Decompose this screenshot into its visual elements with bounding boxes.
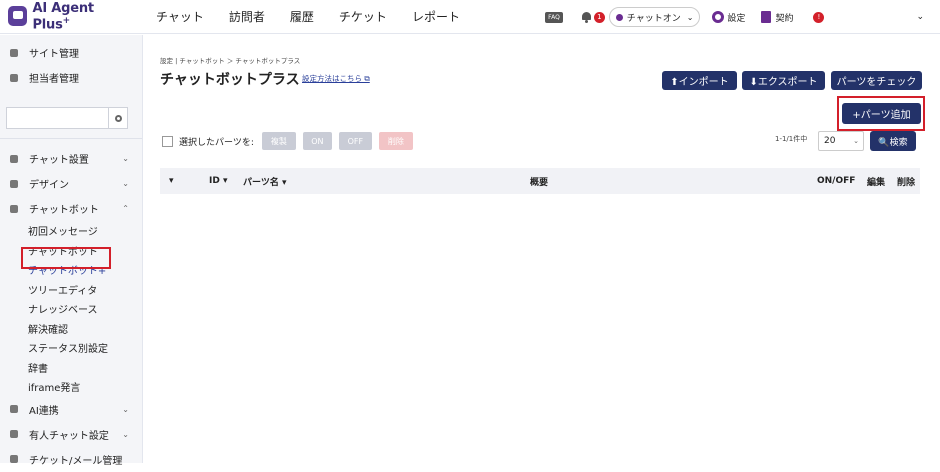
page-title: チャットボットプラス: [160, 72, 300, 88]
chevron-down-icon: ⌄: [122, 404, 129, 414]
sidebar-item-label: AI連携: [29, 405, 59, 417]
sidebar-item-label: 有人チャット設定: [29, 430, 109, 442]
chevron-up-icon: ⌃: [122, 204, 129, 213]
sidebar-subitem-tree-editor[interactable]: ツリーエディタ: [0, 280, 142, 300]
sidebar-search-input[interactable]: [6, 107, 108, 129]
contract-label: 契約: [775, 13, 794, 24]
select-all-checkbox[interactable]: [162, 135, 173, 147]
sidebar-subitem-resolution-check[interactable]: 解決確認: [0, 319, 142, 339]
top-right-tools: FAQ 1 チャットオン ⌄ 設定 契約 ! ⌄: [545, 0, 940, 34]
app-logo[interactable]: AI Agent Plus+: [8, 1, 133, 32]
chevron-down-icon: ⌄: [686, 12, 694, 22]
per-page-value: 20: [824, 136, 836, 146]
headset-icon: [10, 430, 18, 438]
chevron-down-icon: ⌄: [122, 179, 129, 188]
sidebar-item-label: チケット/メール管理: [29, 455, 123, 467]
main-content: 設定 | チャットボット ＞ チャットボットプラス チャットボットプラス 設定方…: [144, 35, 940, 463]
pagination-info: 1-1/1件中: [775, 135, 808, 143]
column-edit: 編集: [867, 177, 886, 188]
sidebar-subitem-status-settings[interactable]: ステータス別設定: [0, 338, 142, 358]
logo-icon: [8, 6, 28, 27]
ticket-icon: [10, 455, 18, 463]
check-parts-button[interactable]: パーツをチェック: [831, 71, 922, 90]
sidebar-item-ticket-mail[interactable]: チケット/メール管理: [0, 447, 142, 472]
import-button[interactable]: ⬆インポート: [662, 71, 737, 90]
sidebar-search: [6, 107, 128, 129]
chevron-down-icon: ⌄: [122, 154, 129, 163]
sidebar-item-design[interactable]: デザイン ⌄: [0, 171, 142, 196]
sidebar-item-label: チャットボット: [29, 205, 99, 216]
settings-link[interactable]: 設定: [712, 11, 745, 24]
per-page-select[interactable]: 20 ⌄: [818, 131, 864, 151]
nav-history[interactable]: 履歴: [290, 8, 314, 25]
alert-badge[interactable]: !: [813, 11, 825, 23]
sidebar-subitem-iframe[interactable]: iframe発言: [0, 377, 142, 397]
table-header: ▾ ID ▾ パーツ名 ▾ 概要 ON/OFF 編集 削除: [160, 168, 920, 194]
sidebar-item-staff-management[interactable]: 担当者管理: [0, 65, 142, 90]
bulk-actions-label: 選択したパーツを:: [179, 137, 254, 148]
chat-icon: [10, 204, 18, 213]
breadcrumb: 設定 | チャットボット ＞ チャットボットプラス: [160, 57, 301, 65]
settings-icon: [114, 114, 122, 122]
sidebar-item-site-management[interactable]: サイト管理: [0, 40, 142, 65]
column-delete: 削除: [897, 177, 916, 188]
sidebar-item-chatbot[interactable]: チャットボット ⌃: [0, 196, 142, 221]
document-icon: [761, 11, 772, 23]
bell-icon[interactable]: [581, 11, 592, 23]
nav-chat[interactable]: チャット: [156, 8, 204, 25]
on-button[interactable]: ON: [302, 132, 332, 150]
highlight-box-sidebar: [21, 247, 111, 269]
sidebar-item-label: 担当者管理: [29, 74, 79, 85]
chevron-down-icon: ⌄: [853, 137, 859, 145]
search-button[interactable]: 🔍検索: [870, 131, 916, 151]
sidebar-subitem-knowledge-base[interactable]: ナレッジベース: [0, 299, 142, 319]
sidebar-item-chat-install[interactable]: チャット設置 ⌄: [0, 146, 142, 171]
logo-sup: +: [62, 15, 71, 26]
duplicate-button[interactable]: 複製: [261, 132, 296, 150]
gear-icon: [712, 11, 725, 23]
sidebar-item-live-chat-settings[interactable]: 有人チャット設定 ⌄: [0, 422, 142, 447]
sort-toggle[interactable]: ▾: [169, 176, 174, 186]
column-onoff: ON/OFF: [817, 176, 856, 186]
nav-tickets[interactable]: チケット: [339, 8, 387, 25]
sidebar-subitem-dictionary[interactable]: 辞書: [0, 358, 142, 378]
faq-icon[interactable]: FAQ: [545, 11, 563, 23]
howto-link[interactable]: 設定方法はこちら ⧉: [302, 73, 370, 84]
export-button[interactable]: ⬇エクスポート: [742, 71, 825, 90]
gear-icon: [10, 48, 18, 57]
column-summary: 概要: [530, 177, 549, 188]
notification-badge: 1: [593, 11, 605, 23]
sidebar-item-label: デザイン: [29, 180, 69, 191]
user-menu-chevron-icon[interactable]: ⌄: [916, 12, 924, 22]
sidebar-item-ai-integration[interactable]: AI連携 ⌄: [0, 397, 142, 422]
people-icon: [10, 73, 18, 82]
delete-button[interactable]: 削除: [378, 132, 413, 150]
column-part-name[interactable]: パーツ名 ▾: [243, 175, 286, 188]
status-dot-icon: [615, 13, 623, 21]
chat-status-label: チャットオン: [626, 13, 681, 24]
sidebar-divider: [0, 138, 142, 139]
bulk-actions: 選択したパーツを: 複製 ON OFF 削除: [162, 132, 420, 150]
ai-icon: [10, 405, 18, 413]
nav-reports[interactable]: レポート: [412, 8, 460, 25]
tools-icon: [10, 154, 18, 163]
palette-icon: [10, 179, 18, 188]
highlight-box-add-part: [837, 96, 925, 131]
nav-visitors[interactable]: 訪問者: [229, 8, 265, 25]
off-button[interactable]: OFF: [338, 132, 372, 150]
column-id[interactable]: ID ▾: [209, 176, 227, 186]
sidebar-search-button[interactable]: [108, 107, 128, 129]
sidebar-item-label: チャット設置: [29, 155, 89, 166]
top-bar: AI Agent Plus+ チャット 訪問者 履歴 チケット レポート FAQ…: [0, 0, 940, 34]
sidebar-subitem-first-message[interactable]: 初回メッセージ: [0, 221, 142, 241]
top-nav: チャット 訪問者 履歴 チケット レポート: [156, 8, 485, 25]
sidebar-item-label: サイト管理: [29, 49, 79, 60]
chat-status-toggle[interactable]: チャットオン ⌄: [608, 7, 701, 27]
contract-link[interactable]: 契約: [761, 11, 793, 24]
settings-label: 設定: [727, 13, 746, 24]
chevron-down-icon: ⌄: [122, 429, 129, 439]
